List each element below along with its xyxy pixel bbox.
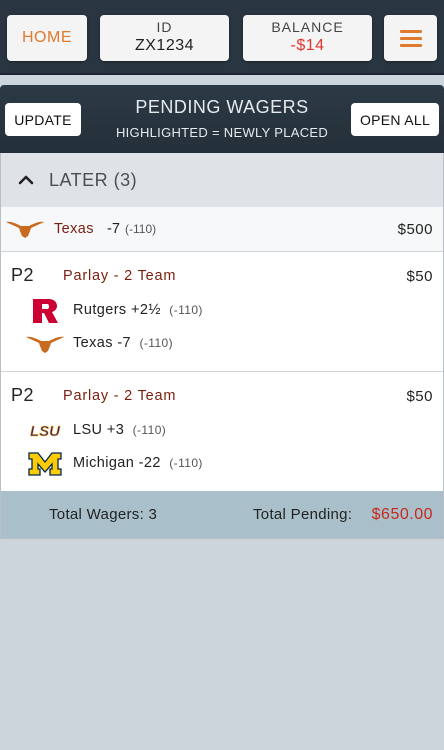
team-name: Rutgers (73, 302, 127, 318)
wagers-panel: LATER (3) Texas -7 (-110) $500 P2 Parlay… (0, 153, 444, 539)
parlay-leg: Michigan -22 (-110) (1, 449, 441, 479)
michigan-m-logo-icon (25, 451, 65, 477)
parlay-row[interactable]: P2 Parlay - 2 Team $50 Rutgers +2½ (-110… (1, 252, 443, 372)
balance-value: -$14 (290, 37, 325, 54)
svg-text:LSU: LSU (30, 423, 61, 439)
home-button[interactable]: HOME (7, 15, 87, 61)
balance-box: BALANCE -$14 (243, 15, 372, 61)
longhorn-logo-icon (25, 331, 65, 357)
longhorn-logo-icon (5, 219, 45, 244)
chevron-up-icon (17, 171, 35, 189)
menu-button[interactable] (384, 15, 437, 61)
total-pending-label: Total Pending: (253, 506, 353, 523)
total-wagers: Total Wagers: 3 (49, 506, 158, 523)
parlay-type: Parlay - 2 Team (63, 268, 177, 284)
open-all-button[interactable]: OPEN ALL (351, 103, 439, 136)
odds: (-110) (125, 222, 157, 236)
balance-label: BALANCE (271, 19, 344, 35)
spread-line: +2½ (131, 302, 161, 318)
page-subtitle: HIGHLIGHTED = NEWLY PLACED (115, 125, 329, 140)
spread-line: -7 (107, 221, 120, 237)
top-bar: HOME ID ZX1234 BALANCE -$14 (0, 0, 444, 75)
odds: (-110) (139, 336, 173, 350)
parlay-leg: LSU LSU +3 (-110) (1, 416, 441, 446)
spread-line: -22 (138, 455, 161, 471)
id-value: ZX1234 (134, 37, 195, 54)
parlay-tag: P2 (11, 385, 35, 405)
odds: (-110) (132, 423, 167, 437)
wager-amount: $50 (406, 268, 433, 285)
page-title: PENDING WAGERS (135, 97, 309, 117)
later-group-toggle[interactable]: LATER (3) (1, 153, 443, 207)
team-name: LSU (73, 422, 103, 438)
parlay-leg: Texas -7 (-110) (1, 329, 441, 359)
spread-line: +3 (106, 422, 125, 438)
lsu-logo-icon: LSU (25, 418, 65, 444)
team-name: Texas (54, 221, 94, 237)
spread-line: -7 (117, 335, 132, 351)
hamburger-menu-icon (399, 26, 422, 51)
update-button[interactable]: UPDATE (5, 103, 81, 136)
team-name: Texas (73, 335, 113, 351)
group-label: LATER (3) (49, 169, 138, 190)
wager-amount: $50 (406, 388, 433, 405)
account-id-box: ID ZX1234 (100, 15, 229, 61)
totals-footer: Total Wagers: 3 Total Pending: $650.00 (1, 491, 443, 538)
wager-row[interactable]: Texas -7 (-110) $500 (1, 207, 443, 252)
parlay-tag: P2 (11, 265, 35, 285)
team-name: Michigan (73, 455, 135, 471)
parlay-row[interactable]: P2 Parlay - 2 Team $50 LSU LSU +3 (-110) (1, 372, 443, 492)
id-label: ID (156, 19, 173, 35)
parlay-leg: Rutgers +2½ (-110) (1, 296, 441, 326)
pending-wagers-header: UPDATE PENDING WAGERS HIGHLIGHTED = NEWL… (0, 85, 444, 153)
odds: (-110) (169, 303, 203, 317)
parlay-type: Parlay - 2 Team (63, 388, 177, 404)
rutgers-r-logo-icon (25, 298, 65, 324)
odds: (-110) (169, 456, 203, 470)
total-pending-value: $650.00 (371, 505, 433, 523)
wager-amount: $500 (397, 221, 433, 238)
